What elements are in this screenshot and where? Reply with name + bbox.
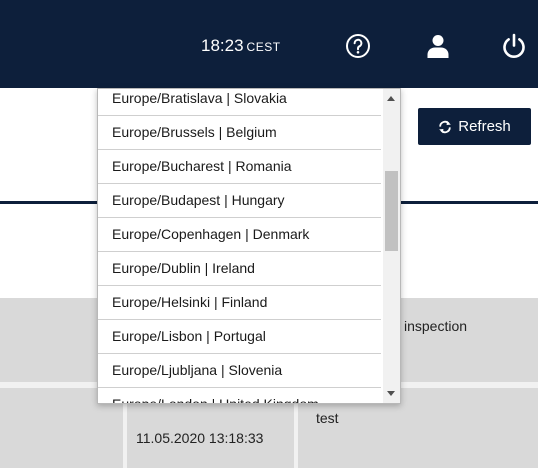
dropdown-scrollbar[interactable] xyxy=(383,89,400,403)
clock-timezone: CEST xyxy=(246,40,281,54)
user-icon[interactable] xyxy=(424,32,452,60)
table-cell-name: test xyxy=(316,410,339,426)
scroll-up-icon[interactable] xyxy=(387,96,395,101)
timezone-option[interactable]: Europe/Bucharest | Romania xyxy=(98,150,381,184)
table-cell-date: 11.05.2020 13:18:33 xyxy=(136,430,264,446)
refresh-button[interactable]: Refresh xyxy=(418,108,531,145)
timezone-option[interactable]: Europe/Brussels | Belgium xyxy=(98,116,381,150)
help-icon[interactable] xyxy=(344,32,372,60)
timezone-option[interactable]: Europe/Copenhagen | Denmark xyxy=(98,218,381,252)
timezone-option[interactable]: Europe/London | United Kingdom xyxy=(98,388,381,403)
timezone-option[interactable]: Europe/Ljubljana | Slovenia xyxy=(98,354,381,388)
timezone-option[interactable]: Europe/Helsinki | Finland xyxy=(98,286,381,320)
refresh-icon xyxy=(439,120,452,133)
timezone-option[interactable]: Europe/Bratislava | Slovakia xyxy=(98,89,381,116)
scrollbar-thumb[interactable] xyxy=(385,171,398,251)
scroll-down-icon[interactable] xyxy=(387,391,395,396)
refresh-label: Refresh xyxy=(458,118,511,135)
timezone-option[interactable]: Europe/Budapest | Hungary xyxy=(98,184,381,218)
power-icon[interactable] xyxy=(500,32,528,60)
clock: 18:23 CEST xyxy=(201,36,281,57)
timezone-option-list: Europe/Bratislava | Slovakia Europe/Brus… xyxy=(98,89,381,403)
table-cell-name: inspection xyxy=(404,318,468,334)
timezone-dropdown[interactable]: Europe/Bratislava | Slovakia Europe/Brus… xyxy=(97,88,401,404)
timezone-option[interactable]: Europe/Dublin | Ireland xyxy=(98,252,381,286)
top-bar: 18:23 CEST xyxy=(0,0,538,88)
clock-time: 18:23 xyxy=(201,36,244,55)
timezone-option[interactable]: Europe/Lisbon | Portugal xyxy=(98,320,381,354)
